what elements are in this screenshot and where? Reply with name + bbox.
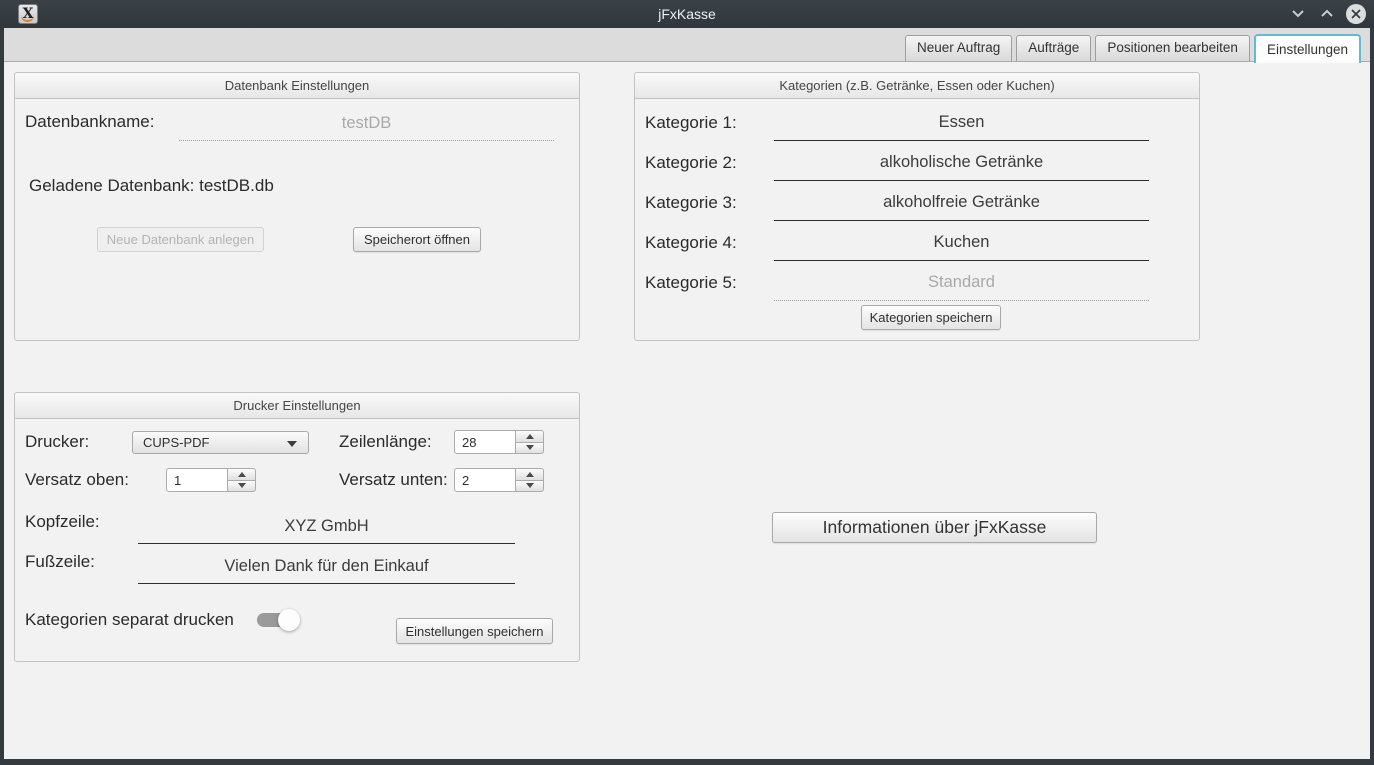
titlebar: X jFxKasse — [0, 0, 1374, 28]
printer-settings-pane: Drucker Einstellungen Drucker: CUPS-PDF … — [14, 392, 580, 662]
window-title: jFxKasse — [0, 0, 1374, 28]
category-4-label: Kategorie 4: — [645, 233, 737, 253]
database-name-input[interactable]: testDB — [179, 107, 554, 141]
toggle-thumb — [278, 609, 300, 631]
tab-neuer-auftrag[interactable]: Neuer Auftrag — [905, 35, 1012, 61]
database-pane-title: Datenbank Einstellungen — [15, 73, 579, 99]
header-line-input[interactable]: XYZ GmbH — [138, 510, 515, 544]
categories-pane-title: Kategorien (z.B. Getränke, Essen oder Ku… — [635, 73, 1199, 99]
settings-page: Datenbank Einstellungen Datenbankname: t… — [4, 62, 1370, 758]
category-3-input[interactable]: alkoholfreie Getränke — [774, 185, 1149, 221]
category-5-label: Kategorie 5: — [645, 273, 737, 293]
new-database-button[interactable]: Neue Datenbank anlegen — [97, 227, 264, 252]
category-5-input[interactable]: Standard — [774, 265, 1149, 301]
category-2-input[interactable]: alkoholische Getränke — [774, 145, 1149, 181]
tab-bar: Neuer Auftrag Aufträge Positionen bearbe… — [4, 28, 1370, 62]
triangle-up-icon — [526, 434, 534, 439]
close-button[interactable] — [1346, 4, 1366, 24]
footer-line-input[interactable]: Vielen Dank für den Einkauf — [138, 550, 515, 584]
chevron-down-icon — [1291, 5, 1305, 23]
info-about-button[interactable]: Informationen über jFxKasse — [772, 512, 1097, 543]
triangle-down-icon — [526, 445, 534, 450]
triangle-up-icon — [526, 472, 534, 477]
printer-pane-title: Drucker Einstellungen — [15, 393, 579, 419]
offset-top-down-button[interactable] — [228, 481, 256, 493]
offset-bottom-spinner: 2 — [454, 468, 544, 492]
printer-select[interactable]: CUPS-PDF — [132, 431, 309, 454]
database-settings-pane: Datenbank Einstellungen Datenbankname: t… — [14, 72, 580, 341]
triangle-down-icon — [526, 483, 534, 488]
line-length-label: Zeilenlänge: — [339, 432, 432, 452]
save-settings-button[interactable]: Einstellungen speichern — [396, 618, 553, 644]
maximize-button[interactable] — [1317, 4, 1337, 24]
line-length-value[interactable]: 28 — [454, 430, 516, 454]
category-2-label: Kategorie 2: — [645, 153, 737, 173]
chevron-down-icon — [287, 441, 297, 447]
offset-bottom-up-button[interactable] — [516, 468, 544, 481]
separate-print-toggle[interactable] — [257, 613, 297, 627]
database-name-label: Datenbankname: — [25, 112, 154, 132]
separate-print-label: Kategorien separat drucken — [25, 610, 234, 630]
app-window: X jFxKasse Neuer Auftrag — [0, 0, 1374, 765]
category-1-input[interactable]: Essen — [774, 105, 1149, 141]
line-length-up-button[interactable] — [516, 430, 544, 443]
line-length-down-button[interactable] — [516, 443, 544, 455]
circle-x-icon — [1346, 4, 1366, 24]
save-categories-button[interactable]: Kategorien speichern — [861, 305, 1001, 330]
category-1-label: Kategorie 1: — [645, 113, 737, 133]
offset-top-spinner: 1 — [166, 468, 256, 492]
line-length-spinner: 28 — [454, 430, 544, 454]
printer-select-value: CUPS-PDF — [143, 435, 209, 450]
tab-einstellungen[interactable]: Einstellungen — [1254, 34, 1361, 63]
offset-bottom-value[interactable]: 2 — [454, 468, 516, 492]
offset-top-up-button[interactable] — [228, 468, 256, 481]
chevron-up-icon — [1320, 5, 1334, 23]
offset-top-value[interactable]: 1 — [166, 468, 228, 492]
offset-top-label: Versatz oben: — [25, 470, 129, 490]
header-line-label: Kopfzeile: — [25, 512, 100, 532]
tab-positionen-bearbeiten[interactable]: Positionen bearbeiten — [1095, 35, 1250, 61]
categories-pane: Kategorien (z.B. Getränke, Essen oder Ku… — [634, 72, 1200, 341]
category-4-input[interactable]: Kuchen — [774, 225, 1149, 261]
triangle-down-icon — [238, 483, 246, 488]
footer-line-label: Fußzeile: — [25, 552, 95, 572]
triangle-up-icon — [238, 472, 246, 477]
tab-auftraege[interactable]: Aufträge — [1016, 35, 1091, 61]
minimize-button[interactable] — [1288, 4, 1308, 24]
offset-bottom-down-button[interactable] — [516, 481, 544, 493]
loaded-database-text: Geladene Datenbank: testDB.db — [29, 176, 274, 196]
printer-label: Drucker: — [25, 432, 89, 452]
window-controls — [1288, 0, 1366, 28]
offset-bottom-label: Versatz unten: — [339, 470, 448, 490]
window-content: Neuer Auftrag Aufträge Positionen bearbe… — [4, 28, 1370, 759]
open-location-button[interactable]: Speicherort öffnen — [353, 227, 481, 252]
category-3-label: Kategorie 3: — [645, 193, 737, 213]
